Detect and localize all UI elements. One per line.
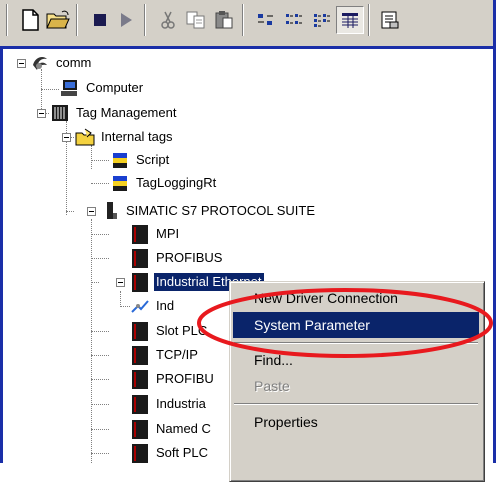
toolbar-separator <box>6 4 8 36</box>
tree-node-label: Tag Management <box>76 105 177 120</box>
computer-icon <box>60 78 80 98</box>
tree-node-script[interactable]: Script <box>110 149 171 171</box>
menu-item-system-parameter[interactable]: System Parameter <box>233 312 479 338</box>
tree-node-label: Computer <box>86 80 144 95</box>
tree-node-slot-plc[interactable]: Slot PLC <box>130 320 209 342</box>
tag-management-icon <box>50 103 70 123</box>
tree-node-computer[interactable]: Computer <box>60 77 145 99</box>
menu-item-properties[interactable]: Properties <box>233 409 479 435</box>
stop-icon[interactable] <box>86 6 114 34</box>
tree-node-simatic[interactable]: SIMATIC S7 PROTOCOL SUITE <box>100 200 317 222</box>
menu-item-label: New Driver Connection <box>254 290 398 306</box>
tag-group-icon <box>110 173 130 193</box>
tree-node-industrial-child[interactable]: Ind <box>130 295 176 317</box>
tree-node-label: MPI <box>156 226 180 241</box>
folder-icon <box>75 127 95 147</box>
menu-item-label: Properties <box>254 414 318 430</box>
channel-unit-icon <box>130 394 150 414</box>
tag-group-icon <box>110 150 130 170</box>
paste-icon[interactable] <box>210 6 238 34</box>
list-view-icon[interactable] <box>308 6 336 34</box>
cut-icon[interactable] <box>154 6 182 34</box>
menu-separator <box>234 342 478 344</box>
channel-unit-icon <box>130 321 150 341</box>
collapse-icon[interactable] <box>116 278 125 287</box>
collapse-icon[interactable] <box>37 109 46 118</box>
tree-node-label: Industria <box>156 396 206 411</box>
tree-node-internal-tags[interactable]: Internal tags <box>75 126 175 148</box>
tree-node-label: Soft PLC <box>156 445 209 460</box>
tree-node-label: TagLoggingRt <box>136 175 217 190</box>
project-icon <box>30 53 50 73</box>
connection-icon <box>130 296 150 316</box>
channel-unit-icon <box>130 272 150 292</box>
tree-node-label: Ind <box>156 298 175 313</box>
tree-node-named[interactable]: Named C <box>130 418 213 440</box>
tree-node-label: SIMATIC S7 PROTOCOL SUITE <box>126 203 316 218</box>
channel-unit-icon <box>130 369 150 389</box>
channel-unit-icon <box>130 443 150 463</box>
context-menu: New Driver Connection System Parameter F… <box>229 281 485 482</box>
tree-node-label: Script <box>136 152 170 167</box>
menu-item-paste: Paste <box>233 373 479 399</box>
collapse-icon[interactable] <box>17 59 26 68</box>
toolbar-separator <box>368 4 370 36</box>
tree-node-profibus[interactable]: PROFIBUS <box>130 247 224 269</box>
menu-item-label: Find... <box>254 352 293 368</box>
collapse-icon[interactable] <box>62 133 71 142</box>
tree-node-comm[interactable]: comm <box>30 52 93 74</box>
tree-node-soft-plc[interactable]: Soft PLC <box>130 442 210 464</box>
channel-unit-icon <box>130 419 150 439</box>
tree-node-label: Internal tags <box>101 129 173 144</box>
driver-icon <box>100 201 120 221</box>
large-icons-icon[interactable] <box>252 6 280 34</box>
toolbar <box>0 0 496 47</box>
channel-unit-icon <box>130 248 150 268</box>
new-icon[interactable] <box>16 6 44 34</box>
tree-node-label: TCP/IP <box>156 347 198 362</box>
toolbar-separator <box>242 4 244 36</box>
tree-node-tag-management[interactable]: Tag Management <box>50 102 178 124</box>
tree-node-label: Named C <box>156 421 211 436</box>
tree-node-tag-logging[interactable]: TagLoggingRt <box>110 172 218 194</box>
play-icon[interactable] <box>112 6 140 34</box>
open-icon[interactable] <box>44 6 72 34</box>
menu-item-label: System Parameter <box>254 317 370 333</box>
tree-node-industrial-2[interactable]: Industria <box>130 393 208 415</box>
toolbar-separator <box>76 4 78 36</box>
tree-node-label: PROFIBU <box>156 371 214 386</box>
properties-icon[interactable] <box>376 6 404 34</box>
channel-unit-icon <box>130 224 150 244</box>
tree-node-mpi[interactable]: MPI <box>130 223 181 245</box>
menu-item-find[interactable]: Find... <box>233 347 479 373</box>
small-icons-icon[interactable] <box>280 6 308 34</box>
menu-separator <box>234 403 478 405</box>
channel-unit-icon <box>130 345 150 365</box>
tree-node-tcpip[interactable]: TCP/IP <box>130 344 200 366</box>
copy-icon[interactable] <box>182 6 210 34</box>
tree-node-label: PROFIBUS <box>156 250 223 265</box>
toolbar-separator <box>144 4 146 36</box>
collapse-icon[interactable] <box>87 207 96 216</box>
tree-node-profibus-2[interactable]: PROFIBU <box>130 368 216 390</box>
details-view-icon[interactable] <box>336 6 364 34</box>
tree-node-label: Slot PLC <box>156 323 208 338</box>
tree-node-label: comm <box>56 55 92 70</box>
menu-item-label: Paste <box>254 378 290 394</box>
menu-item-new-driver-connection[interactable]: New Driver Connection <box>233 285 479 311</box>
